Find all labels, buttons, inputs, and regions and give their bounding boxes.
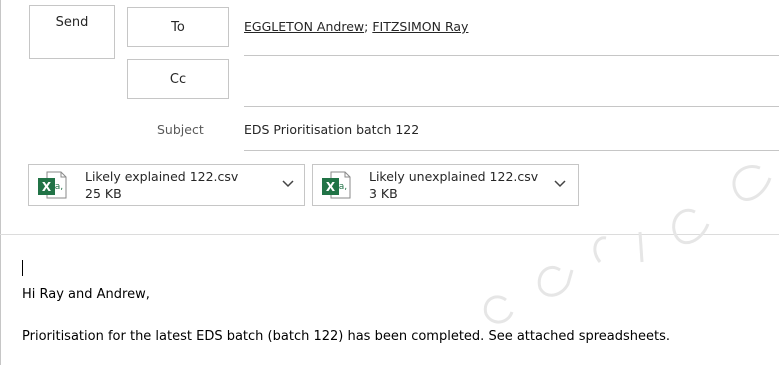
svg-text:X: X (42, 180, 52, 194)
attachments-separator (0, 234, 779, 235)
excel-csv-icon: X a, (38, 171, 67, 199)
svg-text:a,: a, (339, 182, 347, 192)
subject-field-underline (244, 150, 779, 151)
cc-button-label: Cc (169, 72, 187, 87)
attachment-name: Likely unexplained 122.csv (369, 169, 539, 184)
cc-button[interactable]: Cc (127, 59, 229, 99)
to-button[interactable]: To (127, 7, 229, 47)
text-cursor (22, 260, 23, 276)
to-field[interactable]: EGGLETON Andrew; FITZSIMON Ray (244, 19, 468, 34)
to-button-label: To (171, 20, 185, 35)
subject-label: Subject (157, 122, 204, 137)
message-body-greeting[interactable]: Hi Ray and Andrew, (22, 287, 150, 302)
svg-text:a,: a, (55, 182, 63, 192)
chevron-down-icon[interactable] (553, 178, 567, 190)
cc-field[interactable] (244, 106, 779, 107)
recipient-1[interactable]: EGGLETON Andrew (244, 19, 364, 34)
subject-field[interactable]: EDS Prioritisation batch 122 (244, 122, 419, 137)
recipient-2[interactable]: FITZSIMON Ray (372, 19, 468, 34)
attachment-size: 25 KB (85, 186, 122, 201)
excel-csv-icon: X a, (322, 171, 351, 199)
send-button-label: Send (55, 15, 89, 30)
to-field-underline (244, 55, 779, 56)
message-body-text[interactable]: Prioritisation for the latest EDS batch … (22, 329, 670, 344)
send-button[interactable]: Send (29, 5, 115, 59)
attachment-name: Likely explained 122.csv (85, 169, 239, 184)
svg-text:X: X (326, 180, 336, 194)
chevron-down-icon[interactable] (281, 178, 295, 190)
attachment-card[interactable]: X a, Likely unexplained 122.csv 3 KB (312, 164, 579, 206)
attachment-size: 3 KB (369, 186, 398, 201)
attachment-card[interactable]: X a, Likely explained 122.csv 25 KB (28, 164, 305, 206)
